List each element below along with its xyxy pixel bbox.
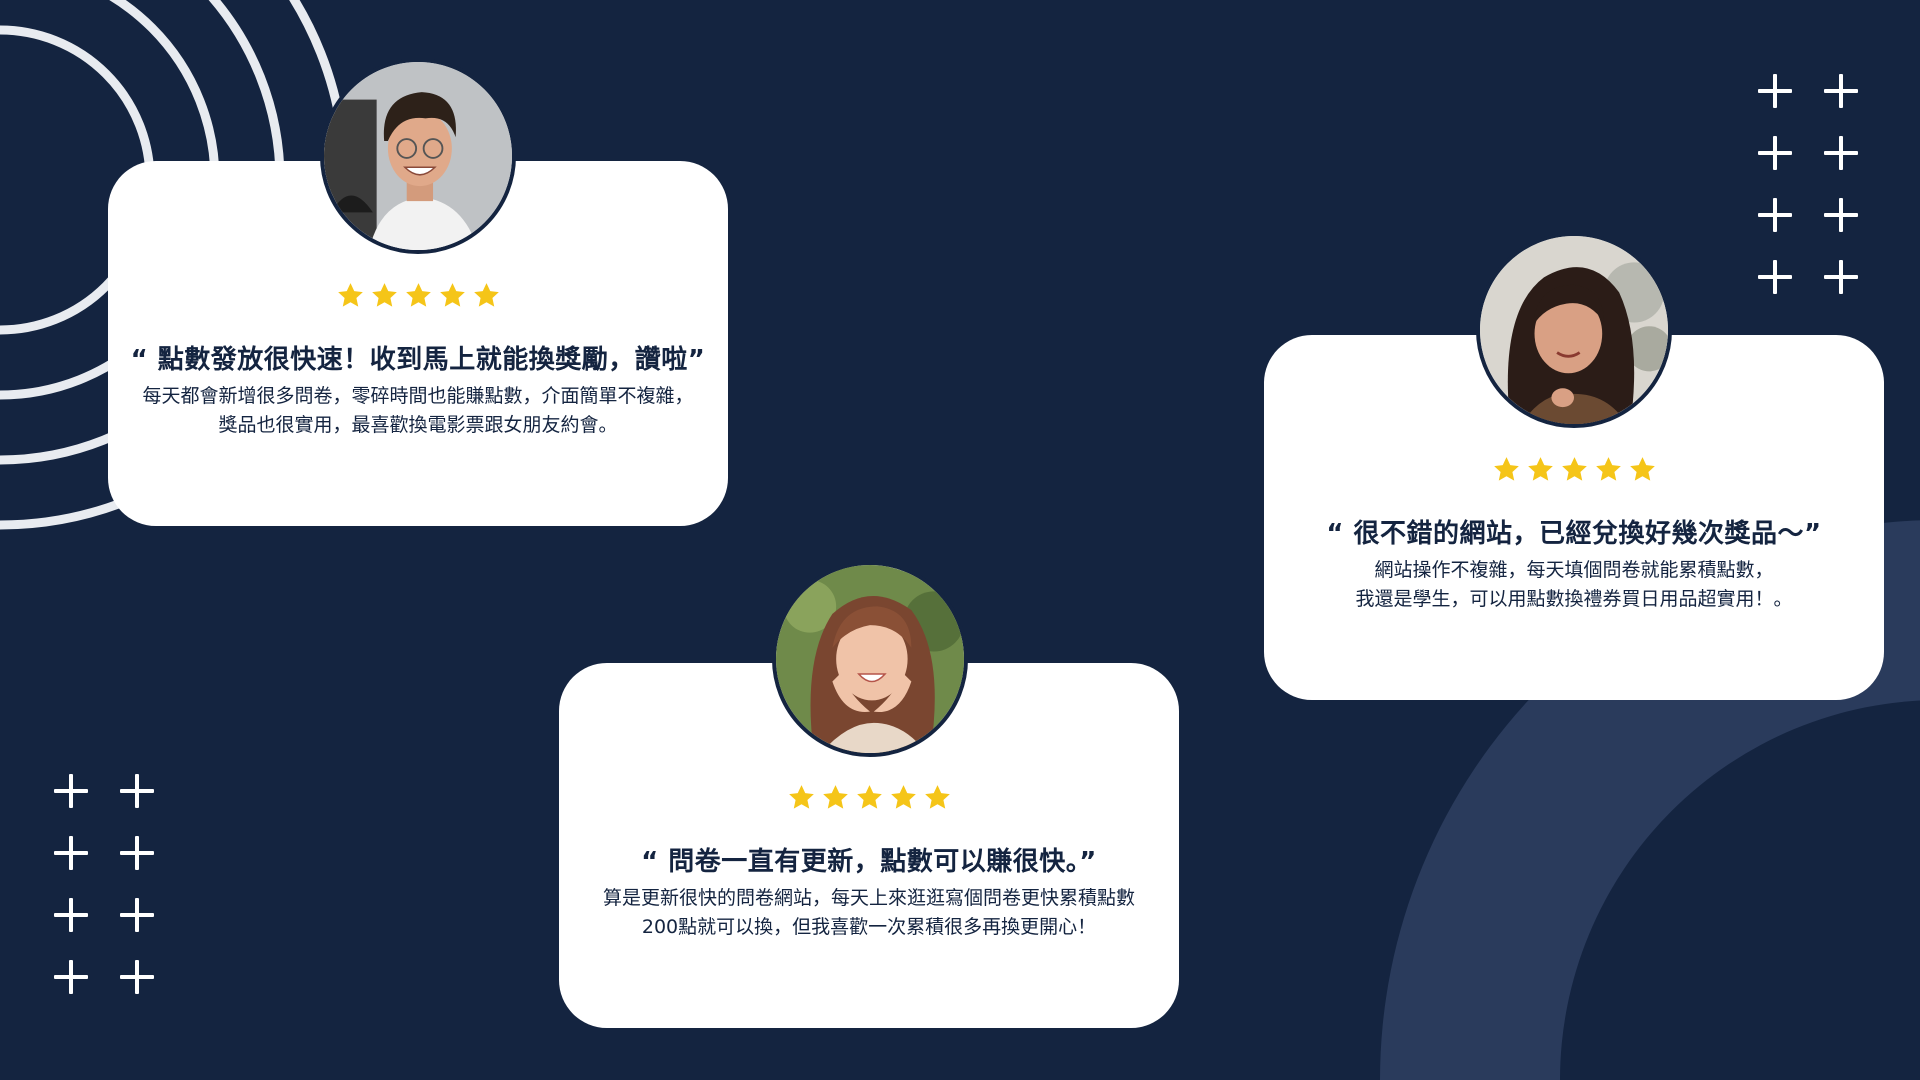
star-icon: [856, 785, 882, 809]
star-icon: [924, 785, 950, 809]
star-icon: [473, 283, 499, 307]
star-rating: [559, 783, 1179, 812]
star-icon: [337, 283, 363, 307]
reviewer-avatar-man: [320, 58, 516, 254]
testimonial-quote: “ 問卷一直有更新，點數可以賺很快。”: [641, 847, 1097, 877]
man-portrait-illustration: [324, 62, 512, 250]
plus-pattern-top-right: [1758, 74, 1890, 322]
star-icon: [439, 283, 465, 307]
plus-icon: [1824, 74, 1858, 108]
plus-icon: [54, 836, 88, 870]
plus-icon: [54, 898, 88, 932]
star-icon: [371, 283, 397, 307]
star-icon: [1595, 457, 1621, 481]
plus-icon: [1824, 198, 1858, 232]
plus-icon: [120, 774, 154, 808]
testimonial-body-line-2: 獎品也很實用，最喜歡換電影票跟女朋友約會。: [218, 414, 618, 436]
reviewer-avatar-woman-2: [1476, 232, 1672, 428]
testimonial-body-line-1: 網站操作不複雜，每天填個問卷就能累積點數，: [1374, 559, 1774, 581]
star-icon: [405, 283, 431, 307]
plus-icon: [120, 960, 154, 994]
plus-icon: [1758, 198, 1792, 232]
star-icon: [1561, 457, 1587, 481]
star-icon: [890, 785, 916, 809]
plus-pattern-bottom-left: [54, 774, 186, 1022]
woman-portrait-illustration: [776, 565, 964, 753]
star-icon: [822, 785, 848, 809]
plus-icon: [54, 774, 88, 808]
testimonial-body-line-1: 每天都會新增很多問卷，零碎時間也能賺點數，介面簡單不複雜，: [142, 385, 694, 407]
testimonial-body-line-1: 算是更新很快的問卷網站，每天上來逛逛寫個問卷更快累積點數: [602, 887, 1135, 909]
testimonial-quote: “ 很不錯的網站，已經兌換好幾次獎品～”: [1326, 519, 1822, 549]
testimonial-quote: “ 點數發放很快速！收到馬上就能換獎勵，讚啦”: [130, 345, 706, 375]
woman-finger-heart-portrait-illustration: [1480, 236, 1668, 424]
testimonial-body-line-2: 200點就可以換，但我喜歡一次累積很多再換更開心！: [641, 916, 1097, 938]
plus-icon: [120, 836, 154, 870]
plus-icon: [1824, 260, 1858, 294]
plus-icon: [1824, 136, 1858, 170]
star-icon: [1527, 457, 1553, 481]
star-icon: [1493, 457, 1519, 481]
plus-icon: [1758, 260, 1792, 294]
reviewer-avatar-woman-1: [772, 561, 968, 757]
plus-icon: [54, 960, 88, 994]
testimonial-body-line-2: 我還是學生，可以用點數換禮券買日用品超實用！。: [1355, 588, 1793, 610]
plus-icon: [1758, 74, 1792, 108]
star-rating: [1264, 455, 1884, 484]
star-rating: [108, 281, 728, 310]
star-icon: [788, 785, 814, 809]
star-icon: [1629, 457, 1655, 481]
plus-icon: [1758, 136, 1792, 170]
plus-icon: [120, 898, 154, 932]
